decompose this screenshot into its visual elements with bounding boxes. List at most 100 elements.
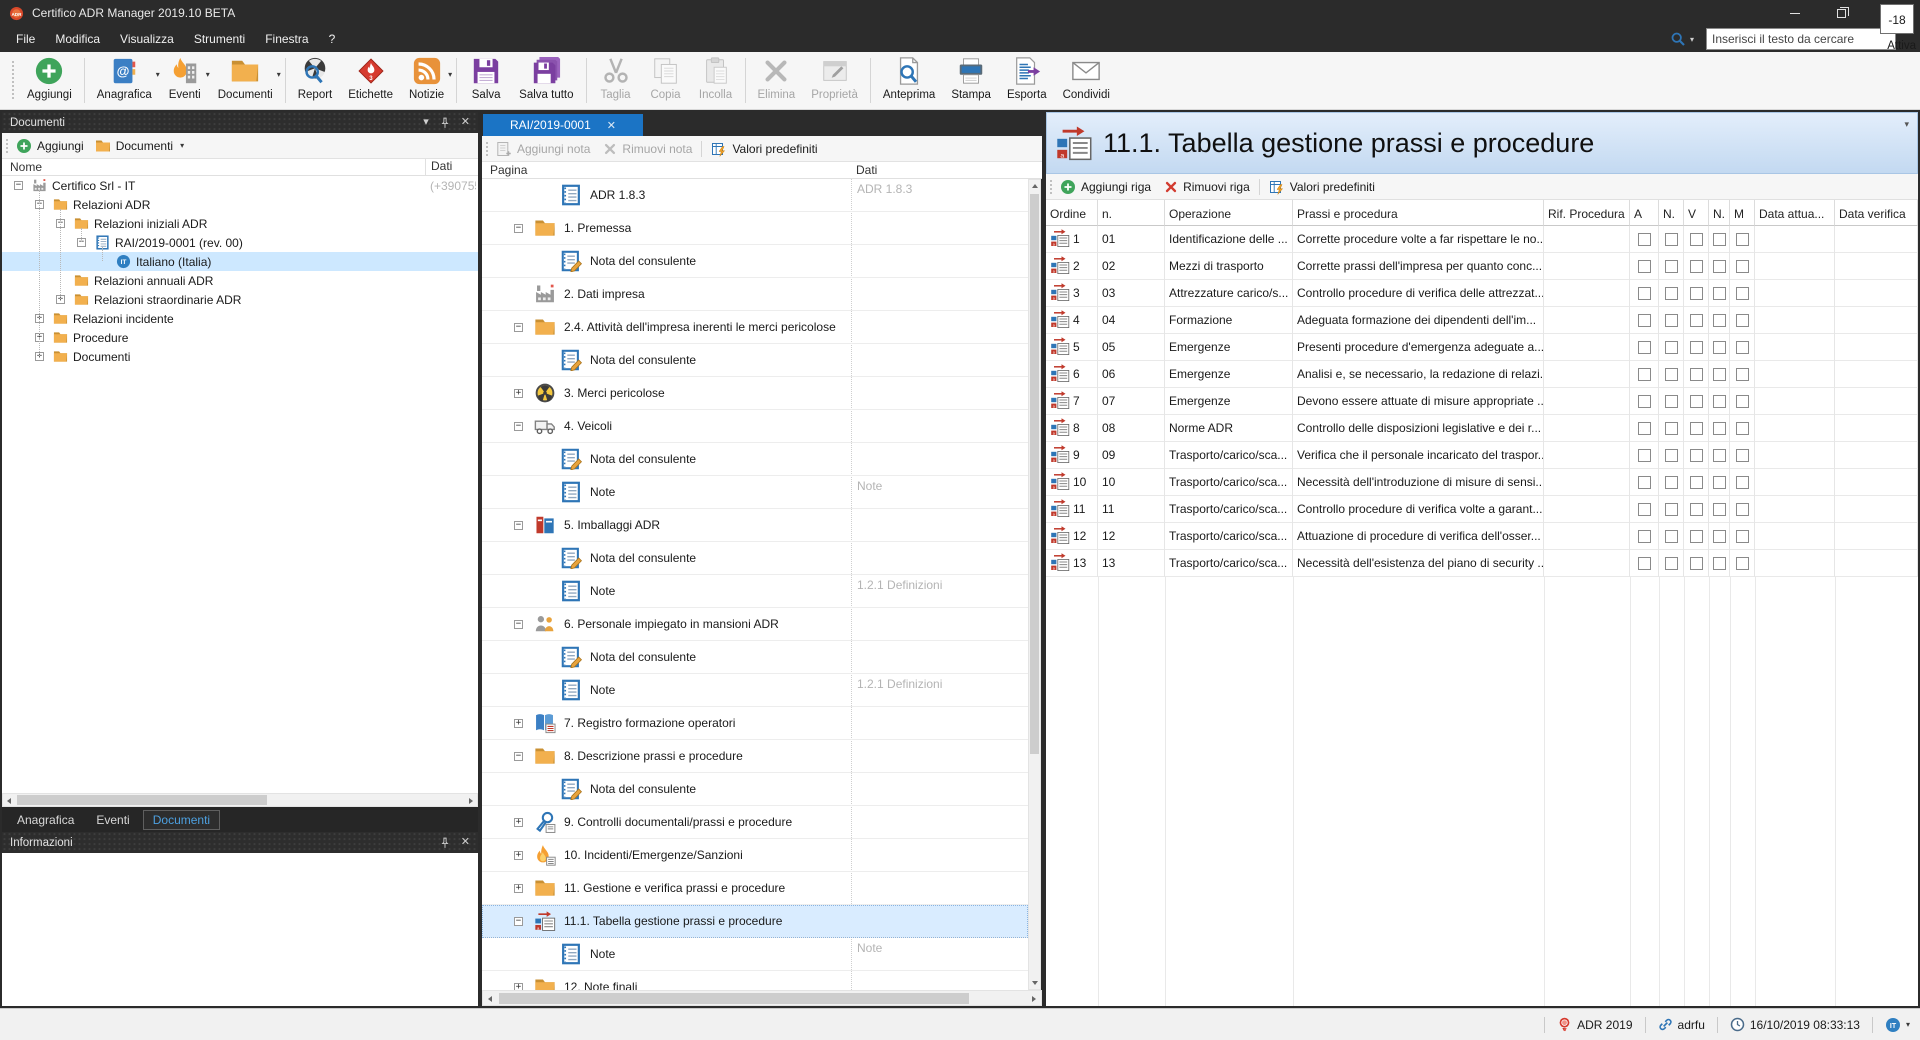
checkbox[interactable]: [1713, 341, 1726, 354]
checkbox[interactable]: [1690, 422, 1703, 435]
default-values-button[interactable]: Valori predefiniti: [1290, 180, 1375, 194]
checkbox[interactable]: [1736, 395, 1749, 408]
table-column-v[interactable]: V: [1684, 200, 1709, 226]
checkbox[interactable]: [1713, 368, 1726, 381]
cell-a[interactable]: [1630, 226, 1659, 253]
add-button[interactable]: Aggiungi: [37, 139, 84, 153]
checkbox[interactable]: [1736, 476, 1749, 489]
scrollbar-thumb[interactable]: [1030, 194, 1039, 754]
cell-n[interactable]: [1659, 361, 1684, 388]
checkbox[interactable]: [1638, 368, 1651, 381]
cell-n[interactable]: [1659, 334, 1684, 361]
cell-m[interactable]: [1730, 253, 1755, 280]
checkbox[interactable]: [1665, 503, 1678, 516]
checkbox[interactable]: [1713, 530, 1726, 543]
cell-a[interactable]: [1630, 388, 1659, 415]
table-column-operazione[interactable]: Operazione: [1165, 200, 1293, 226]
checkbox[interactable]: [1665, 395, 1678, 408]
tree-item-italiano-italia[interactable]: ITItaliano (Italia): [2, 252, 478, 271]
bottom-tab-documenti[interactable]: Documenti: [143, 810, 220, 830]
pin-icon[interactable]: [439, 117, 451, 129]
toolbar-button-eventi[interactable]: ▾Eventi: [160, 52, 210, 109]
close-icon[interactable]: ✕: [461, 837, 470, 848]
table-row[interactable]: a1111Trasporto/carico/sca...Controllo pr…: [1046, 496, 1918, 523]
cell-v[interactable]: [1684, 550, 1709, 577]
cell-n[interactable]: [1709, 442, 1730, 469]
toolbar-button-aggiungi[interactable]: Aggiungi: [19, 52, 80, 109]
checkbox[interactable]: [1638, 314, 1651, 327]
cell-v[interactable]: [1684, 280, 1709, 307]
checkbox[interactable]: [1690, 395, 1703, 408]
default-values-button[interactable]: Valori predefiniti: [732, 142, 817, 156]
toolbar-button-esporta[interactable]: Esporta: [999, 52, 1055, 109]
cell-n[interactable]: [1709, 307, 1730, 334]
toolbar-button-stampa[interactable]: Stampa: [943, 52, 999, 109]
cell-m[interactable]: [1730, 226, 1755, 253]
status-item-adrfu[interactable]: adrfu: [1658, 1017, 1705, 1032]
cell-a[interactable]: [1630, 361, 1659, 388]
cell-v[interactable]: [1684, 442, 1709, 469]
checkbox[interactable]: [1690, 287, 1703, 300]
page-item-adr-1-8-3[interactable]: ADR 1.8.3ADR 1.8.3: [482, 179, 1028, 212]
document-tab[interactable]: RAI/2019-0001 ✕: [483, 114, 643, 136]
checkbox[interactable]: [1713, 557, 1726, 570]
scrollbar-thumb[interactable]: [499, 993, 969, 1004]
chevron-down-icon[interactable]: ▾: [1904, 119, 1909, 130]
toolbar-button-salva-tutto[interactable]: Salva tutto: [511, 52, 581, 109]
checkbox[interactable]: [1665, 449, 1678, 462]
tree-item-rai-2019-0001-rev-00[interactable]: −RAI/2019-0001 (rev. 00): [2, 233, 478, 252]
page-item-2-dati-impresa[interactable]: 2. Dati impresa: [482, 278, 1028, 311]
checkbox[interactable]: [1736, 503, 1749, 516]
table-column-prassi-e-procedura[interactable]: Prassi e procedura: [1293, 200, 1544, 226]
checkbox[interactable]: [1638, 530, 1651, 543]
chevron-down-icon[interactable]: ▾: [1906, 1020, 1910, 1029]
checkbox[interactable]: [1665, 233, 1678, 246]
checkbox[interactable]: [1665, 530, 1678, 543]
checkbox[interactable]: [1736, 422, 1749, 435]
cell-a[interactable]: [1630, 442, 1659, 469]
tree-item-relazioni-adr[interactable]: −Relazioni ADR: [2, 195, 478, 214]
cell-n[interactable]: [1709, 550, 1730, 577]
expander-plus-icon[interactable]: +: [514, 851, 523, 860]
checkbox[interactable]: [1638, 233, 1651, 246]
chevron-down-icon[interactable]: ▾: [448, 70, 452, 79]
table-column-a[interactable]: A: [1630, 200, 1659, 226]
checkbox[interactable]: [1713, 503, 1726, 516]
cell-n[interactable]: [1659, 253, 1684, 280]
cell-n[interactable]: [1709, 334, 1730, 361]
toolbar-grip[interactable]: [11, 60, 16, 101]
tree-item-documenti[interactable]: +Documenti: [2, 347, 478, 366]
expander-minus-icon[interactable]: −: [514, 323, 523, 332]
cell-m[interactable]: [1730, 361, 1755, 388]
column-pagina[interactable]: Pagina: [490, 163, 527, 177]
search-dropdown-icon[interactable]: ▾: [1690, 35, 1694, 44]
checkbox[interactable]: [1736, 368, 1749, 381]
cell-m[interactable]: [1730, 307, 1755, 334]
page-item-nota-del-consulente[interactable]: Nota del consulente: [482, 245, 1028, 278]
page-item-3-merci-pericolose[interactable]: +3. Merci pericolose: [482, 377, 1028, 410]
checkbox[interactable]: [1638, 341, 1651, 354]
cell-v[interactable]: [1684, 334, 1709, 361]
checkbox[interactable]: [1736, 557, 1749, 570]
menu-item-visualizza[interactable]: Visualizza: [110, 28, 184, 50]
tree-item-relazioni-straordinarie-adr[interactable]: +Relazioni straordinarie ADR: [2, 290, 478, 309]
checkbox[interactable]: [1638, 476, 1651, 489]
page-item-nota-del-consulente[interactable]: Nota del consulente: [482, 443, 1028, 476]
page-item-12-note-finali[interactable]: +12. Note finali: [482, 971, 1028, 990]
checkbox[interactable]: [1665, 341, 1678, 354]
cell-n[interactable]: [1659, 469, 1684, 496]
table-column-data-attua[interactable]: Data attua...: [1755, 200, 1835, 226]
tree-item-certifico-srl-it[interactable]: −Certifico Srl - IT(+3907559: [2, 176, 478, 195]
checkbox[interactable]: [1690, 260, 1703, 273]
cell-n[interactable]: [1709, 496, 1730, 523]
checkbox[interactable]: [1713, 287, 1726, 300]
page-item-6-personale-impiegato-in-mansioni-adr[interactable]: −6. Personale impiegato in mansioni ADR: [482, 608, 1028, 641]
table-row[interactable]: a1313Trasporto/carico/sca...Necessità de…: [1046, 550, 1918, 577]
checkbox[interactable]: [1638, 557, 1651, 570]
cell-n[interactable]: [1709, 523, 1730, 550]
bottom-tab-anagrafica[interactable]: Anagrafica: [8, 811, 83, 829]
cell-n[interactable]: [1709, 415, 1730, 442]
checkbox[interactable]: [1638, 287, 1651, 300]
cell-n[interactable]: [1659, 415, 1684, 442]
table-row[interactable]: a808Norme ADRControllo delle disposizion…: [1046, 415, 1918, 442]
